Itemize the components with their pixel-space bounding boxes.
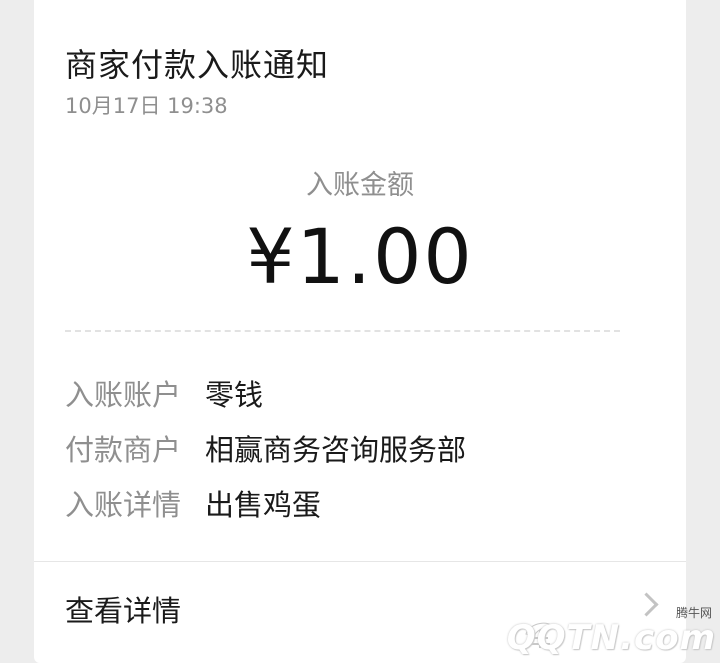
view-details-label: 查看详情	[65, 594, 182, 628]
detail-row-account: 入账账户 零钱	[65, 372, 263, 414]
detail-label: 付款商户	[65, 433, 182, 467]
watermark-main-text: QQTN.com	[506, 618, 716, 658]
detail-row-description: 入账详情 出售鸡蛋	[65, 482, 321, 524]
amount-value: ¥1.00	[246, 212, 474, 301]
payment-notification-card: 商家付款入账通知 10月17日 19:38 入账金额 ¥1.00 入账账户 零钱 …	[34, 0, 686, 663]
dashed-divider	[65, 330, 620, 332]
notification-title: 商家付款入账通知	[65, 46, 330, 84]
detail-value: 零钱	[205, 378, 264, 412]
detail-row-merchant: 付款商户 相赢商务咨询服务部	[65, 427, 466, 469]
detail-value: 相赢商务咨询服务部	[205, 433, 467, 467]
detail-label: 入账账户	[65, 378, 182, 412]
detail-value: 出售鸡蛋	[205, 488, 322, 522]
site-watermark: 腾牛网 QQTN.com	[507, 604, 720, 663]
notification-time: 10月17日 19:38	[65, 94, 228, 118]
detail-label: 入账详情	[65, 488, 182, 522]
amount-label: 入账金额	[306, 170, 414, 201]
